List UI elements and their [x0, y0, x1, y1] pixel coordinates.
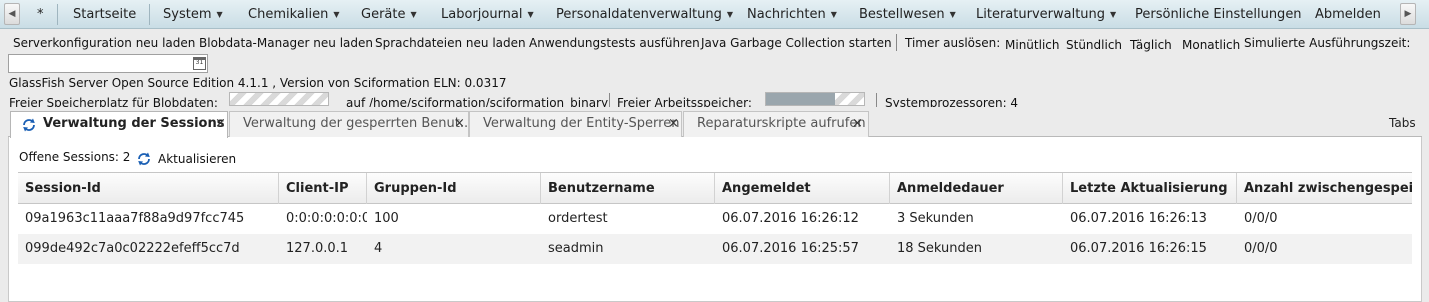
column-header-cached-count[interactable]: Anzahl zwischengespeichert [1237, 173, 1412, 204]
cell-last-update: 06.07.2016 16:26:15 [1070, 241, 1207, 256]
tabs-menu-button[interactable]: Tabs [1389, 116, 1416, 130]
chevron-down-icon: ▼ [830, 10, 837, 19]
cell-cached-count: 0/0/0 [1244, 241, 1278, 256]
memory-label: Freier Arbeitsspeicher: [617, 96, 752, 107]
menu-item-bestellwesen[interactable]: Bestellwesen ▼ [859, 0, 956, 29]
table-row[interactable]: 09a1963c11aaa7f88a9d97fcc745 0:0:0:0:0:0… [18, 204, 1412, 234]
chevron-down-icon: ▼ [949, 10, 956, 19]
cell-logged-in: 06.07.2016 16:26:12 [722, 211, 859, 226]
close-icon[interactable]: × [668, 112, 679, 136]
column-header-login-duration[interactable]: Anmeldedauer [890, 173, 1063, 204]
status-separator [876, 93, 877, 107]
column-header-logged-in[interactable]: Angemeldet [715, 173, 890, 204]
tab-locked-users[interactable]: Verwaltung der gesperrten Benut... × [229, 111, 472, 137]
cell-client-ip: 127.0.0.1 [286, 241, 349, 256]
menu-item-geraete[interactable]: Geräte ▼ [361, 0, 417, 29]
status-separator [609, 93, 610, 107]
menu-scroll-right-icon[interactable]: ▶ [1400, 3, 1416, 25]
open-sessions-count: Offene Sessions: 2 [19, 150, 131, 164]
menu-item-abmelden[interactable]: Abmelden [1315, 0, 1381, 29]
column-header-username[interactable]: Benutzername [541, 173, 715, 204]
java-gc-button[interactable]: Java Garbage Collection starten [701, 36, 892, 50]
menu-item-laborjournal[interactable]: Laborjournal ▼ [441, 0, 534, 29]
column-header-group-id[interactable]: Gruppen-Id [367, 173, 541, 204]
simulated-time-input[interactable] [8, 54, 208, 73]
admin-toolbar: Serverkonfiguration neu laden Blobdata-M… [0, 30, 1429, 56]
resource-status-row: Freier Speicherplatz für Blobdaten: auf … [0, 91, 1429, 107]
menu-item-chemikalien[interactable]: Chemikalien ▼ [248, 0, 339, 29]
refresh-icon [23, 118, 35, 132]
cell-group-id: 4 [374, 241, 383, 256]
column-header-session-id[interactable]: Session-Id [18, 173, 279, 204]
menu-item-startseite[interactable]: Startseite [73, 0, 136, 29]
table-row[interactable]: 099de492c7a0c02222efeff5cc7d 127.0.0.1 4… [18, 234, 1412, 264]
calendar-icon[interactable]: 31 [193, 57, 206, 70]
reload-server-config-button[interactable]: Serverkonfiguration neu laden [13, 36, 195, 50]
simulated-time-label: Simulierte Ausführungszeit: [1244, 36, 1411, 50]
sessions-table: Session-Id Client-IP Gruppen-Id Benutzer… [18, 172, 1412, 302]
menu-item-system[interactable]: System ▼ [163, 0, 223, 29]
cell-group-id: 100 [374, 211, 399, 226]
blob-space-path: auf /home/sciformation/sciformation_bina… [346, 96, 609, 107]
column-header-client-ip[interactable]: Client-IP [279, 173, 367, 204]
chevron-down-icon: ▼ [333, 10, 340, 19]
processors-label: Systemprozessoren: 4 [885, 96, 1019, 107]
column-header-last-update[interactable]: Letzte Aktualisierung [1063, 173, 1237, 204]
toolbar-separator [896, 34, 897, 51]
chevron-down-icon: ▼ [527, 10, 534, 19]
close-icon[interactable]: × [852, 112, 863, 136]
blob-space-label: Freier Speicherplatz für Blobdaten: [9, 96, 218, 107]
menu-separator [57, 4, 58, 25]
run-app-tests-button[interactable]: Anwendungstests ausführen [529, 36, 700, 50]
server-info: GlassFish Server Open Source Edition 4.1… [9, 76, 507, 90]
reload-blobdata-manager-button[interactable]: Blobdata-Manager neu laden [199, 36, 373, 50]
tab-sessions[interactable]: Verwaltung der Sessions × [10, 111, 228, 138]
table-header: Session-Id Client-IP Gruppen-Id Benutzer… [18, 172, 1412, 204]
cell-client-ip: 0:0:0:0:0:0:0:1 [286, 211, 367, 226]
menu-item-nachrichten[interactable]: Nachrichten ▼ [747, 0, 837, 29]
cell-logged-in: 06.07.2016 16:25:57 [722, 241, 859, 256]
menu-separator [149, 4, 150, 25]
cell-login-duration: 3 Sekunden [897, 211, 974, 226]
cell-last-update: 06.07.2016 16:26:13 [1070, 211, 1207, 226]
timer-daily-button[interactable]: Täglich [1130, 38, 1172, 52]
chevron-down-icon: ▼ [1110, 10, 1117, 19]
cell-username: ordertest [548, 211, 608, 226]
menu-item-favorites[interactable]: * [37, 0, 44, 29]
cell-login-duration: 18 Sekunden [897, 241, 983, 256]
reload-language-files-button[interactable]: Sprachdateien neu laden [375, 36, 526, 50]
close-icon[interactable]: × [215, 112, 226, 136]
tab-repair-scripts[interactable]: Reparaturskripte aufrufen × [683, 111, 869, 137]
timer-monthly-button[interactable]: Monatlich [1182, 38, 1240, 52]
timer-label: Timer auslösen: [905, 36, 1001, 50]
cell-cached-count: 0/0/0 [1244, 211, 1278, 226]
cell-username: seadmin [548, 241, 604, 256]
menu-item-persoenliche-einstellungen[interactable]: Persönliche Einstellungen [1135, 0, 1302, 29]
timer-hourly-button[interactable]: Stündlich [1066, 38, 1122, 52]
blob-space-progress [229, 92, 329, 106]
chevron-down-icon: ▼ [410, 10, 417, 19]
chevron-down-icon: ▼ [726, 10, 734, 19]
cell-session-id: 09a1963c11aaa7f88a9d97fcc745 [25, 211, 245, 226]
timer-minutely-button[interactable]: Minütlich [1005, 38, 1059, 52]
chevron-down-icon: ▼ [216, 10, 223, 19]
menu-item-literaturverwaltung[interactable]: Literaturverwaltung ▼ [976, 0, 1116, 29]
close-icon[interactable]: × [454, 112, 465, 136]
refresh-icon [138, 152, 150, 166]
cell-session-id: 099de492c7a0c02222efeff5cc7d [25, 241, 240, 256]
menu-scroll-left-icon[interactable]: ◀ [4, 3, 20, 25]
menu-item-personaldatenverwaltung[interactable]: Personaldatenverwaltung ▼ [556, 0, 733, 29]
memory-progress [765, 92, 865, 106]
main-menu-bar: ◀ * Startseite System ▼ Chemikalien ▼ Gerä… [0, 0, 1429, 29]
tab-entity-locks[interactable]: Verwaltung der Entity-Sperren × [469, 111, 682, 137]
